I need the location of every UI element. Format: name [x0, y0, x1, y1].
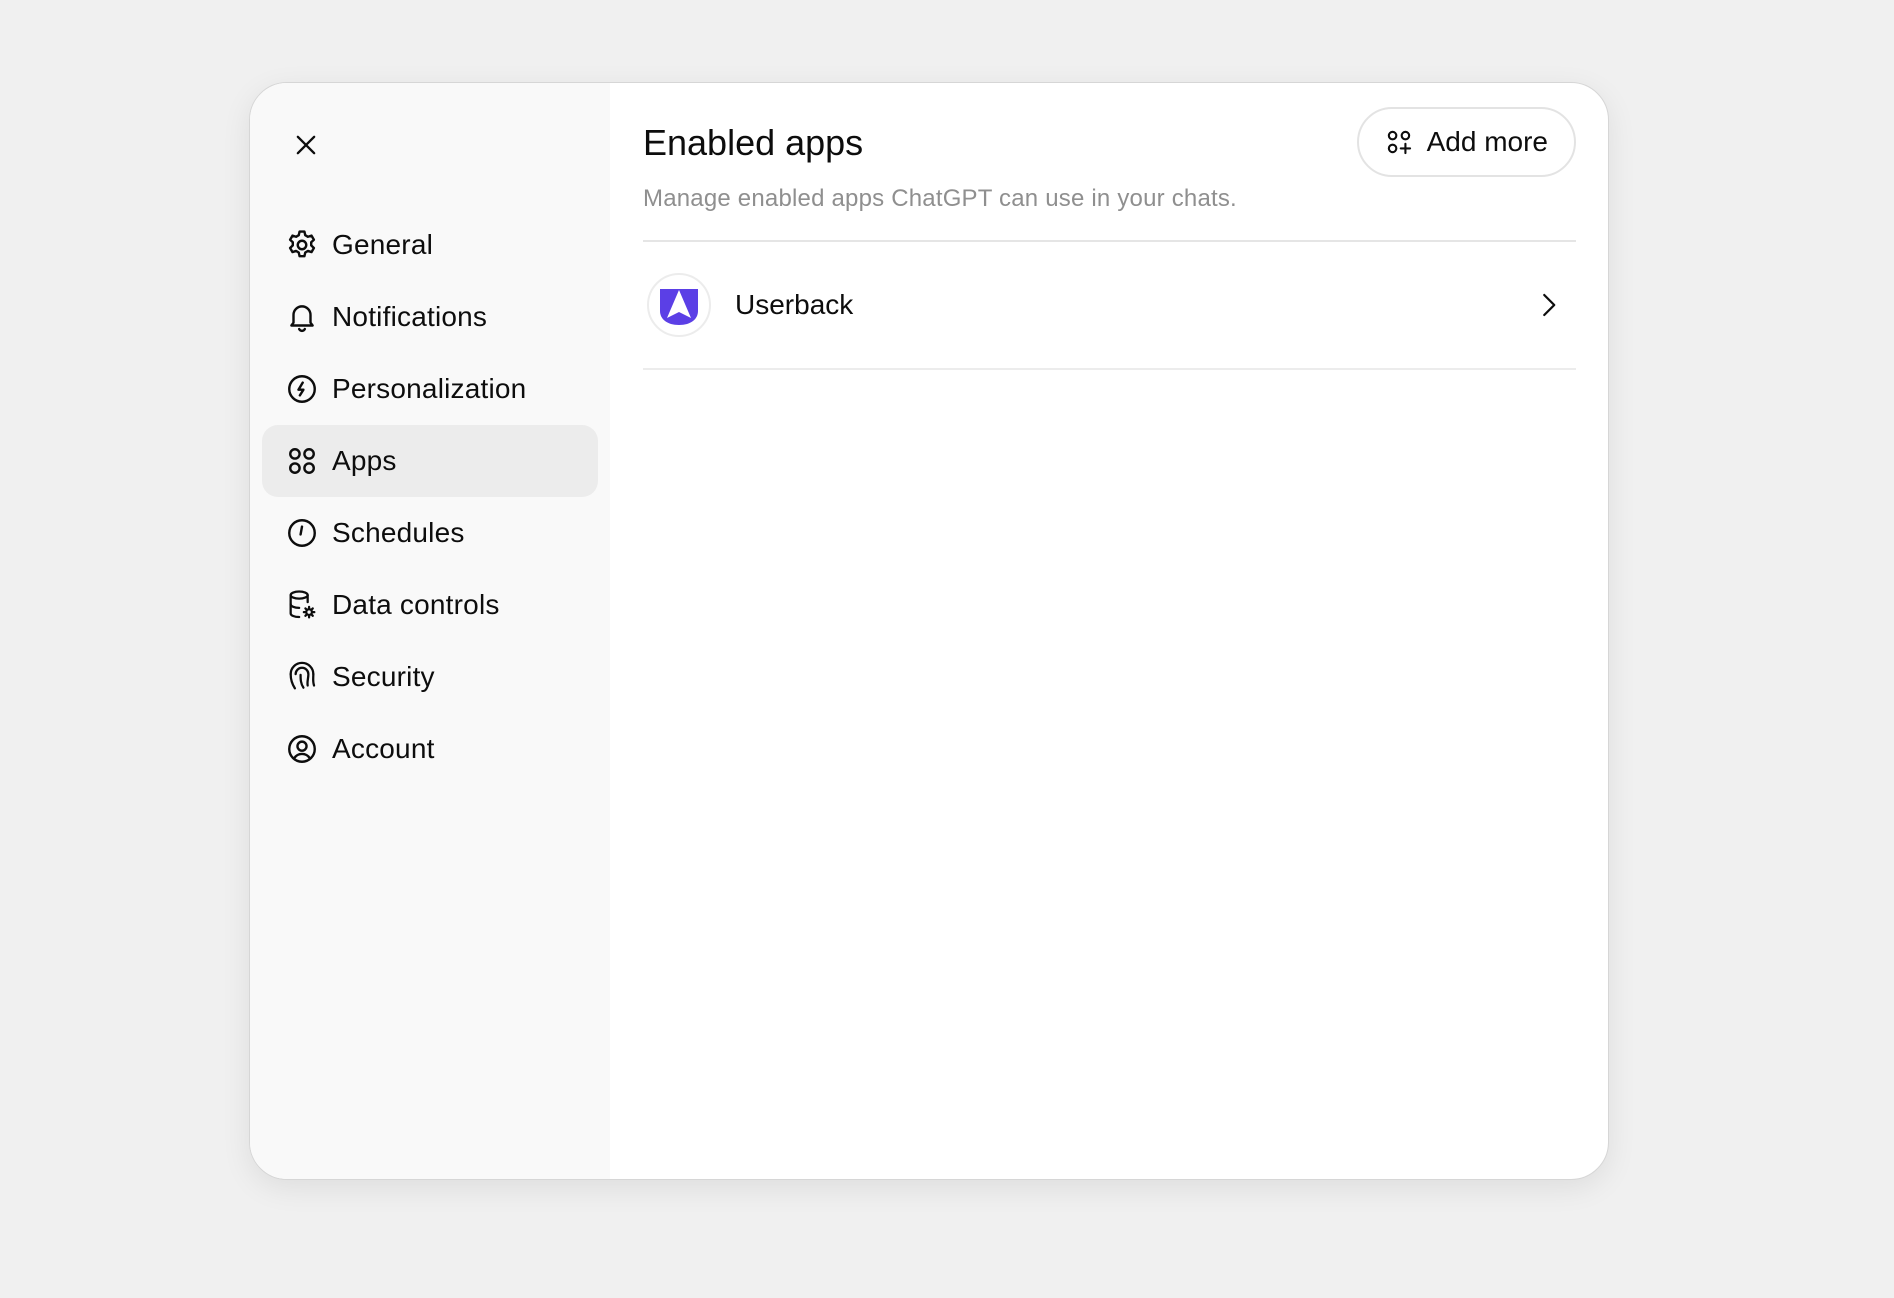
add-more-label: Add more: [1426, 126, 1548, 157]
sidebar-item-label: Schedules: [332, 517, 465, 548]
close-icon: [296, 135, 316, 155]
personalization-icon: [284, 371, 320, 407]
chevron-right-icon: [1530, 287, 1566, 323]
apps-add-icon: [1385, 128, 1413, 156]
sidebar-item-notifications[interactable]: Notifications: [262, 281, 598, 353]
apps-grid-icon: [284, 443, 320, 479]
bell-icon: [284, 299, 320, 335]
sidebar-item-personalization[interactable]: Personalization: [262, 353, 598, 425]
app-name: Userback: [735, 289, 854, 320]
sidebar-item-label: Security: [332, 661, 435, 692]
sidebar-item-label: General: [332, 229, 434, 260]
add-more-button[interactable]: Add more: [1356, 107, 1576, 177]
sidebar-item-general[interactable]: General: [262, 209, 598, 281]
sidebar-item-label: Data controls: [332, 589, 500, 620]
sidebar-item-security[interactable]: Security: [262, 641, 598, 713]
fingerprint-icon: [284, 659, 320, 695]
clock-icon: [284, 515, 320, 551]
sidebar-item-schedules[interactable]: Schedules: [262, 497, 598, 569]
user-circle-icon: [284, 731, 320, 767]
sidebar-item-label: Account: [332, 733, 435, 764]
settings-nav: General Notifications Personalization Ap…: [262, 209, 598, 785]
gear-icon: [284, 227, 320, 263]
list-item[interactable]: Userback: [643, 242, 1576, 370]
close-button[interactable]: [286, 125, 326, 165]
sidebar-item-data-controls[interactable]: Data controls: [262, 569, 598, 641]
sidebar-item-account[interactable]: Account: [262, 713, 598, 785]
settings-sidebar: General Notifications Personalization Ap…: [250, 83, 610, 1179]
sidebar-item-label: Apps: [332, 445, 397, 476]
page-subtitle: Manage enabled apps ChatGPT can use in y…: [643, 185, 1237, 212]
page-title: Enabled apps: [643, 122, 864, 163]
sidebar-item-label: Notifications: [332, 301, 488, 332]
enabled-apps-list: Userback: [643, 242, 1576, 370]
sidebar-item-apps[interactable]: Apps: [262, 425, 598, 497]
settings-modal: General Notifications Personalization Ap…: [249, 82, 1609, 1180]
userback-logo-icon: [647, 273, 711, 337]
database-gear-icon: [284, 587, 320, 623]
settings-content: Enabled apps Manage enabled apps ChatGPT…: [610, 83, 1608, 1179]
sidebar-item-label: Personalization: [332, 373, 527, 404]
